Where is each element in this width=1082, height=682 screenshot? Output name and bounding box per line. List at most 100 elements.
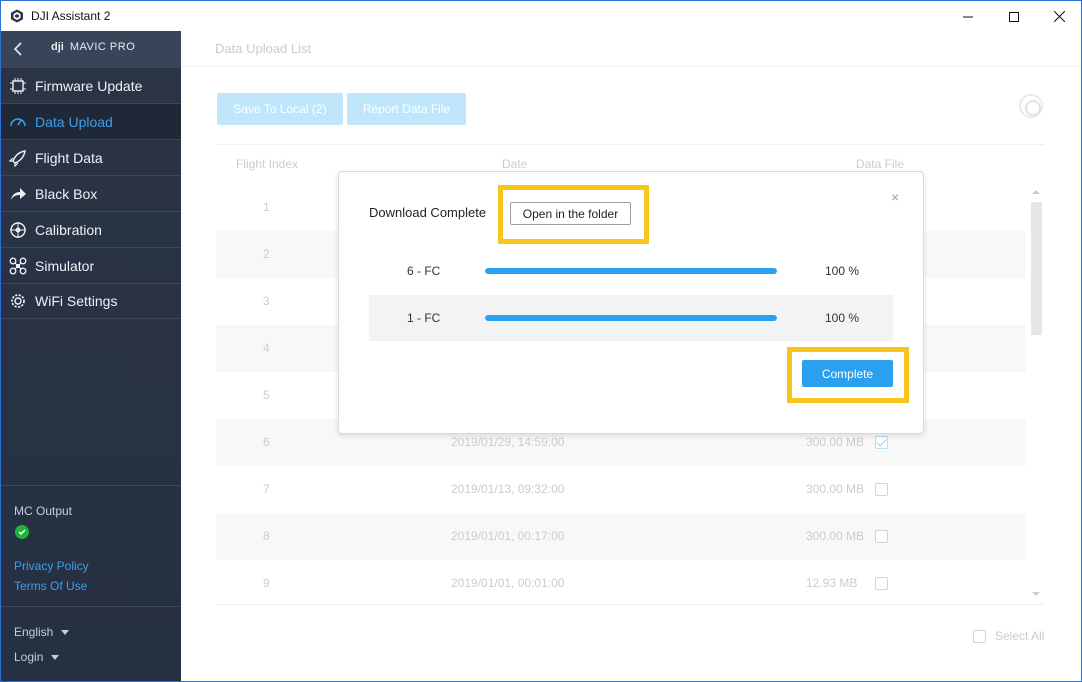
sidebar-item-label: Black Box: [35, 185, 98, 202]
sidebar-status-section: MC Output Privacy Policy Terms Of Use: [1, 485, 181, 593]
row-checkbox[interactable]: [875, 436, 888, 449]
progress-percent: 100 %: [825, 264, 860, 278]
open-in-folder-button[interactable]: Open in the folder: [510, 202, 631, 225]
chip-icon: [1, 77, 35, 95]
sidebar-item-wifi-settings[interactable]: WiFi Settings: [1, 283, 181, 319]
table-row[interactable]: 8 2019/01/01, 00:17:00 300.00 MB: [216, 513, 1026, 560]
save-to-local-button[interactable]: Save To Local (2): [217, 93, 343, 125]
table-scrollbar[interactable]: [1028, 184, 1044, 604]
back-chevron-icon[interactable]: [11, 41, 25, 57]
download-complete-dialog: × Download Complete Open in the folder 6…: [338, 171, 924, 434]
language-value: English: [14, 625, 54, 639]
sidebar-item-label: Flight Data: [35, 149, 103, 166]
progress-fill: [485, 315, 777, 321]
maximize-button[interactable]: [991, 1, 1037, 32]
column-header-date: Date: [502, 157, 528, 171]
column-header-flight-index: Flight Index: [236, 157, 299, 171]
model-name: MAVIC PRO: [69, 41, 136, 53]
privacy-policy-link[interactable]: Privacy Policy: [14, 559, 89, 573]
table-row[interactable]: 7 2019/01/13, 09:32:00 300.00 MB: [216, 466, 1026, 513]
scroll-up-icon[interactable]: [1032, 190, 1040, 194]
sidebar-item-flight-data[interactable]: Flight Data: [1, 139, 181, 175]
mc-output-label: MC Output: [14, 504, 73, 518]
file-size: 300.00 MB: [806, 529, 865, 543]
sidebar: dji MAVIC PRO Firmware Update Data Upload…: [0, 31, 181, 682]
column-header-data-file: Data File: [856, 157, 905, 171]
close-window-button[interactable]: [1036, 1, 1082, 32]
scrollbar-thumb[interactable]: [1031, 202, 1042, 335]
download-progress-row: 1 - FC 100 %: [369, 295, 893, 341]
download-progress-row: 6 - FC 100 %: [369, 248, 893, 294]
compass-icon: [1, 221, 35, 239]
report-data-file-button[interactable]: Report Data File: [347, 93, 466, 125]
flight-index: 8: [263, 529, 270, 543]
checkbox[interactable]: [973, 629, 986, 643]
maximize-icon: [1009, 11, 1019, 22]
flight-index: 5: [263, 388, 270, 402]
sidebar-item-simulator[interactable]: Simulator: [1, 247, 181, 283]
close-icon: [1053, 11, 1065, 22]
progress-percent: 100 %: [825, 311, 860, 325]
file-size: 300.00 MB: [806, 435, 865, 449]
dji-app-icon: [11, 9, 23, 23]
refresh-icon[interactable]: [1019, 94, 1043, 118]
flight-index: 1: [263, 200, 270, 214]
close-dialog-icon[interactable]: ×: [891, 189, 899, 205]
sidebar-item-label: WiFi Settings: [35, 293, 118, 309]
divider: [216, 604, 1044, 605]
dialog-heading: Download Complete: [369, 205, 487, 220]
product-brand: dji MAVIC PRO: [51, 41, 135, 53]
flight-date: 2019/01/13, 09:32:00: [451, 482, 565, 496]
share-arrow-icon: [1, 185, 35, 203]
flight-index: 2: [263, 247, 270, 261]
dji-logo: dji: [51, 41, 64, 53]
flight-index: 9: [263, 576, 270, 590]
terms-of-use-link[interactable]: Terms Of Use: [14, 579, 87, 593]
gauge-icon: [1, 113, 35, 131]
login-value: Login: [14, 650, 44, 664]
flight-index: 3: [263, 294, 270, 308]
rocket-icon: [1, 149, 35, 167]
file-size: 12.93 MB: [806, 576, 858, 590]
file-name: 6 - FC: [407, 264, 441, 278]
scroll-down-icon[interactable]: [1032, 592, 1040, 596]
language-dropdown[interactable]: English: [14, 625, 70, 639]
title-bar: DJI Assistant 2: [0, 0, 1082, 31]
row-checkbox[interactable]: [875, 530, 888, 543]
sidebar-item-black-box[interactable]: Black Box: [1, 175, 181, 211]
table-row[interactable]: 9 2019/01/01, 00:01:00 12.93 MB: [216, 560, 1026, 607]
row-checkbox[interactable]: [875, 483, 888, 496]
flight-index: 7: [263, 482, 270, 496]
window-title: DJI Assistant 2: [31, 9, 111, 23]
minimize-icon: [963, 16, 973, 17]
flight-date: 2019/01/29, 14:59:00: [451, 435, 565, 449]
sidebar-item-label: Calibration: [35, 221, 102, 238]
sidebar-item-label: Firmware Update: [35, 77, 143, 94]
flight-date: 2019/01/01, 00:17:00: [451, 529, 565, 543]
progress-bar: [485, 268, 777, 274]
minimize-button[interactable]: [945, 1, 991, 32]
drone-icon: [1, 257, 35, 275]
sidebar-item-label: Data Upload: [35, 113, 113, 130]
complete-button[interactable]: Complete: [802, 360, 893, 387]
divider: [181, 66, 1081, 67]
progress-fill: [485, 268, 777, 274]
progress-bar: [485, 315, 777, 321]
file-size: 300.00 MB: [806, 482, 865, 496]
select-all-checkbox[interactable]: Select All: [973, 629, 1044, 643]
flight-index: 6: [263, 435, 270, 449]
caret-down-icon: [61, 630, 70, 636]
row-checkbox[interactable]: [875, 577, 888, 590]
caret-down-icon: [51, 655, 60, 661]
login-dropdown[interactable]: Login: [14, 650, 60, 664]
sidebar-header: dji MAVIC PRO: [1, 31, 181, 67]
sidebar-item-firmware-update[interactable]: Firmware Update: [1, 67, 181, 103]
sidebar-item-calibration[interactable]: Calibration: [1, 211, 181, 247]
select-all-label: Select All: [995, 629, 1045, 643]
sidebar-footer: English Login: [1, 606, 181, 664]
check-ok-icon: [15, 525, 29, 539]
sidebar-item-data-upload[interactable]: Data Upload: [1, 103, 181, 139]
file-name: 1 - FC: [407, 311, 441, 325]
page-title: Data Upload List: [215, 41, 312, 56]
flight-index: 4: [263, 341, 270, 355]
